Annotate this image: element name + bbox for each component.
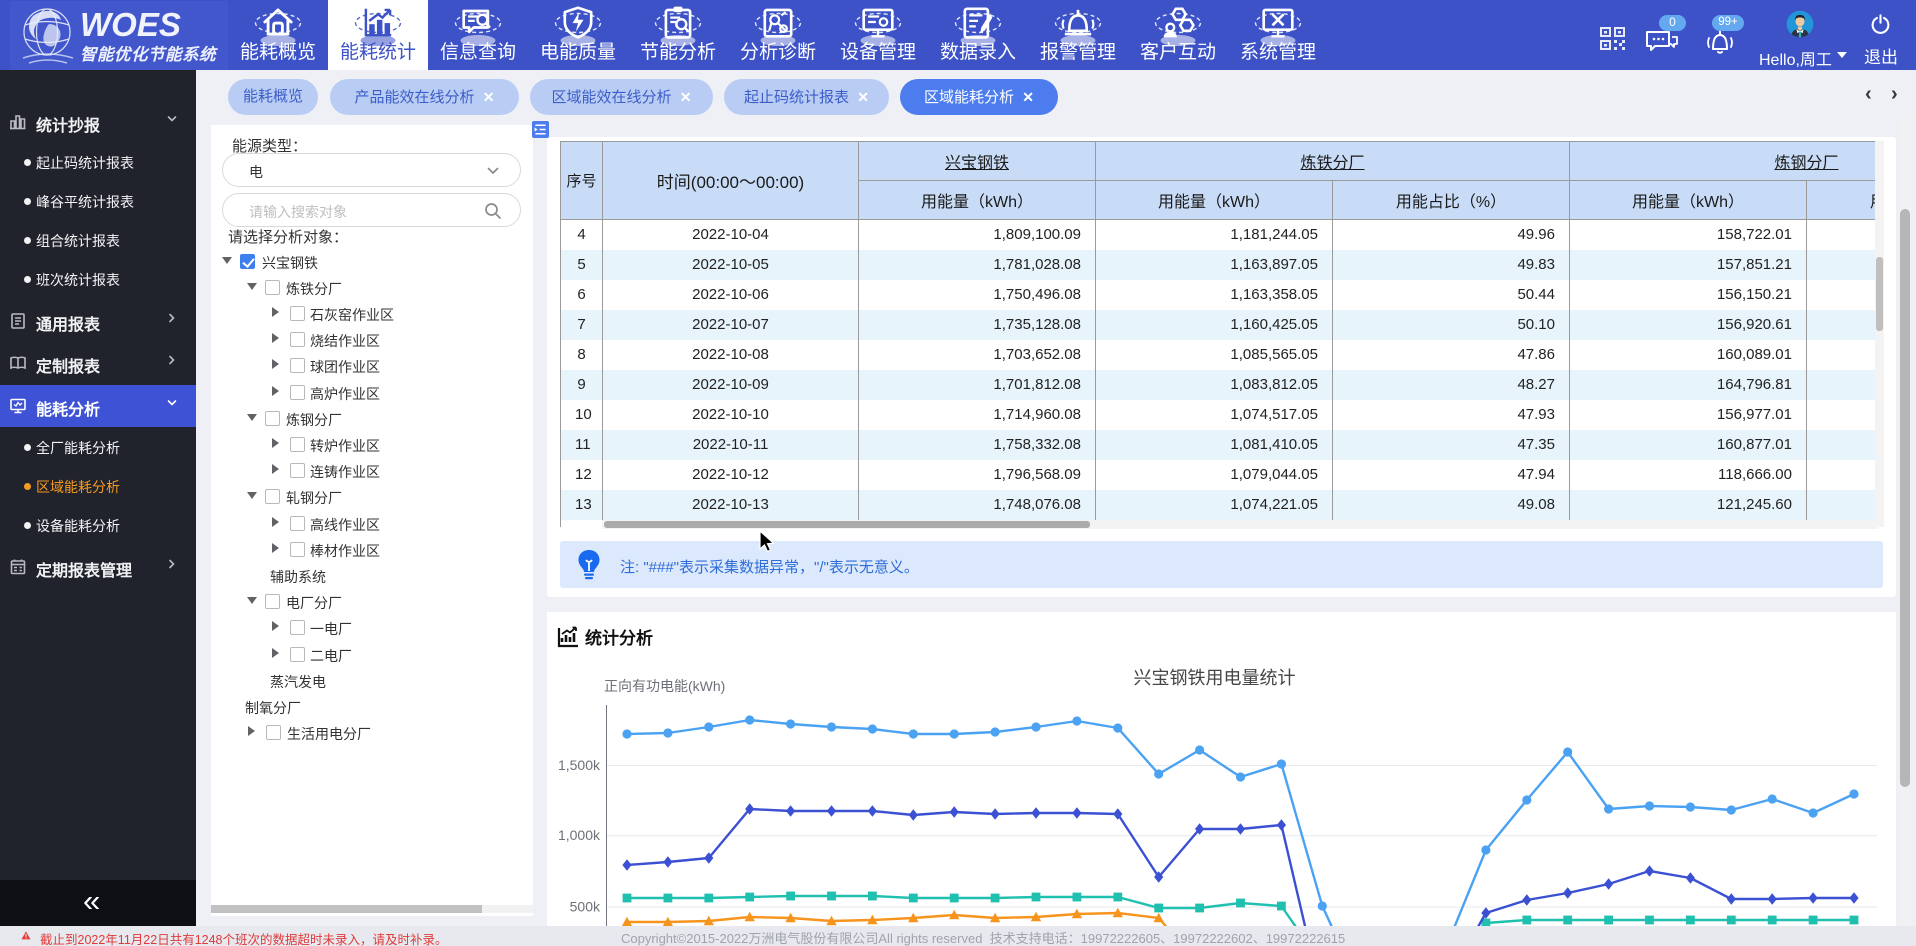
svg-text:1,000k: 1,000k: [558, 827, 601, 843]
svg-text:1,500k: 1,500k: [558, 757, 601, 773]
svg-text:500k: 500k: [570, 899, 601, 915]
